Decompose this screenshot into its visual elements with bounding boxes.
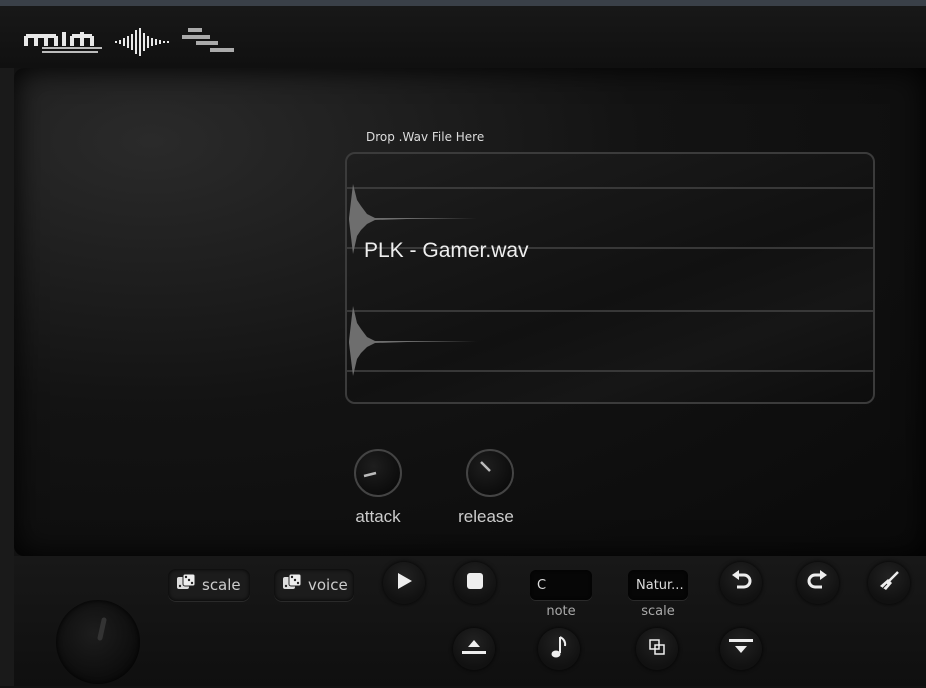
undo-icon [730,570,752,596]
undo-button[interactable] [720,562,762,604]
attack-knob[interactable] [354,449,402,497]
stop-button[interactable] [454,562,496,604]
scale-value: Natur... [636,577,684,593]
waveform-drop-zone[interactable] [345,152,875,404]
note-value: C [537,577,547,593]
piano-roll-logo-icon [182,26,238,60]
note-label: note [546,604,576,619]
app-logo [24,26,104,56]
eject-icon [461,638,487,660]
redo-button[interactable] [797,562,839,604]
copy-icon [648,638,666,660]
import-button[interactable] [720,628,762,670]
knob-indicator [480,461,491,472]
random-voice-button[interactable]: voice [274,569,354,601]
dice-icon [176,573,196,597]
play-button[interactable] [383,562,425,604]
dice-icon [282,573,302,597]
knob-indicator [363,471,377,478]
knob-indicator [97,617,107,641]
duplicate-button[interactable] [636,628,678,670]
logo-bar [0,6,926,68]
stop-icon [466,572,484,594]
note-button[interactable] [538,628,580,670]
release-label: release [458,507,514,526]
drop-file-label: Drop .Wav File Here [366,130,485,144]
release-knob[interactable] [466,449,514,497]
clear-button[interactable] [868,562,910,604]
note-icon [549,635,569,663]
random-voice-label: voice [308,576,348,594]
waveform-display [347,184,873,376]
waveform-logo-icon [114,28,172,60]
attack-label: attack [355,507,401,526]
loaded-file-name: PLK - Gamer.wav [364,239,529,262]
scale-select[interactable]: Natur... [628,570,688,600]
random-scale-label: scale [202,576,241,594]
master-knob[interactable] [56,600,140,684]
note-select[interactable]: C [530,570,592,600]
brush-icon [878,570,900,596]
drop-down-icon [728,638,754,660]
redo-icon [807,570,829,596]
left-edge [0,68,14,686]
scale-label: scale [641,604,675,619]
export-button[interactable] [453,628,495,670]
random-scale-button[interactable]: scale [168,569,250,601]
play-icon [394,571,414,595]
